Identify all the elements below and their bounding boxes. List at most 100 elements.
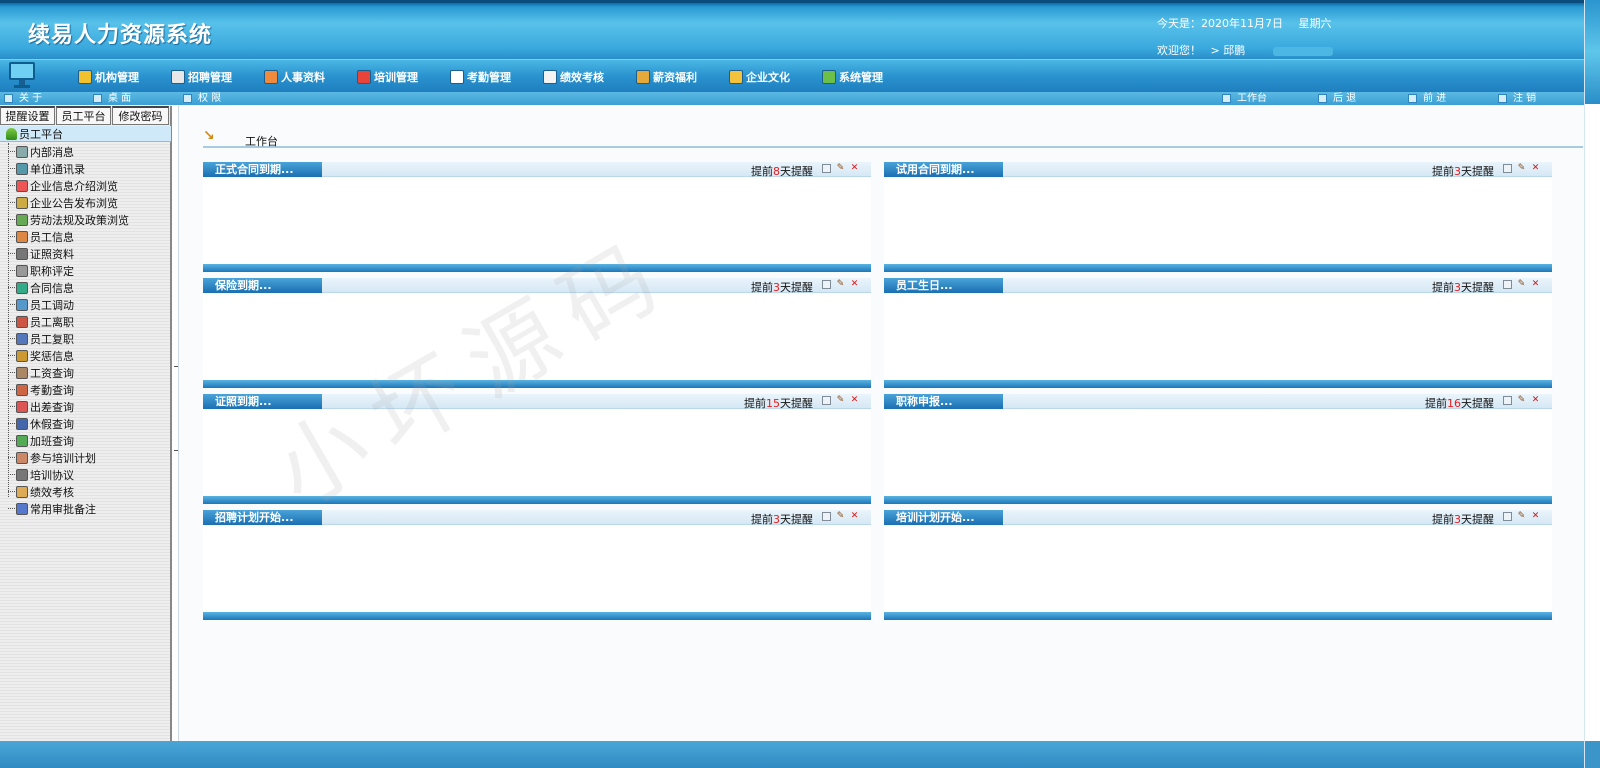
- info-icon: [16, 179, 28, 192]
- edit-icon[interactable]: ✎: [836, 280, 845, 289]
- tab-reminder-settings[interactable]: 提醒设置: [0, 106, 55, 125]
- refresh-icon[interactable]: [822, 164, 831, 173]
- nav-performance-appraisal[interactable]: 绩效考核: [543, 60, 604, 93]
- tree-item[interactable]: 出差查询: [0, 398, 171, 415]
- tree-item[interactable]: 企业公告发布浏览: [0, 194, 171, 211]
- user-name: > 邱鹏: [1210, 44, 1246, 57]
- tree-item[interactable]: 企业信息介绍浏览: [0, 177, 171, 194]
- tree-item[interactable]: 参与培训计划: [0, 449, 171, 466]
- close-icon[interactable]: ✕: [1531, 396, 1540, 405]
- refresh-icon[interactable]: [822, 280, 831, 289]
- panel-title[interactable]: 招聘计划开始...: [203, 510, 322, 525]
- remind-prefix: 提前: [1432, 165, 1454, 178]
- edit-icon[interactable]: ✎: [1517, 280, 1526, 289]
- panel-title[interactable]: 职称申报...: [884, 394, 1003, 409]
- refresh-icon[interactable]: [1503, 512, 1512, 521]
- edit-icon[interactable]: ✎: [836, 396, 845, 405]
- tree-item[interactable]: 培训协议: [0, 466, 171, 483]
- nav-attendance-management[interactable]: 考勤管理: [450, 60, 511, 93]
- panel-reminder: 提前3天提醒: [1432, 279, 1494, 295]
- title-icon: [16, 264, 28, 277]
- panel-body: [203, 410, 871, 496]
- remind-days: 15: [766, 397, 780, 410]
- permissions-link[interactable]: 权 限: [183, 92, 221, 105]
- panel-reminder: 提前3天提醒: [751, 279, 813, 295]
- panel-title[interactable]: 培训计划开始...: [884, 510, 1003, 525]
- panel-title[interactable]: 员工生日...: [884, 278, 1003, 293]
- tree-item[interactable]: 证照资料: [0, 245, 171, 262]
- panel-reminder: 提前3天提醒: [1432, 163, 1494, 179]
- tree-item[interactable]: 绩效考核: [0, 483, 171, 500]
- nav-org-management[interactable]: 机构管理: [78, 60, 139, 93]
- panel-title[interactable]: 保险到期...: [203, 278, 322, 293]
- remind-suffix: 天提醒: [1461, 513, 1494, 526]
- tree-item[interactable]: 常用审批备注: [0, 500, 171, 517]
- tree-item[interactable]: 员工复职: [0, 330, 171, 347]
- right-scroll-strip: [1584, 0, 1600, 768]
- tree-item[interactable]: 加班查询: [0, 432, 171, 449]
- tree-item[interactable]: 奖惩信息: [0, 347, 171, 364]
- main-nav: 机构管理 招聘管理 人事资料 培训管理 考勤管理 绩效考核 薪资福利 企业文化 系统管理: [0, 59, 1584, 92]
- tree-item[interactable]: 工资查询: [0, 364, 171, 381]
- refresh-icon[interactable]: [1503, 280, 1512, 289]
- workbench-link[interactable]: 工作台: [1222, 92, 1267, 105]
- left-tabs: 提醒设置 员工平台 修改密码: [0, 106, 172, 125]
- refresh-icon[interactable]: [1503, 396, 1512, 405]
- tab-change-password[interactable]: 修改密码: [112, 106, 169, 125]
- tree-item[interactable]: 员工调动: [0, 296, 171, 313]
- tree-item[interactable]: 员工离职: [0, 313, 171, 330]
- nav-salary-benefits[interactable]: 薪资福利: [636, 60, 697, 93]
- overtime-icon: [16, 434, 28, 447]
- remind-days: 3: [1454, 513, 1461, 526]
- panel-title[interactable]: 正式合同到期...: [203, 162, 322, 177]
- nav-recruit-management[interactable]: 招聘管理: [171, 60, 232, 93]
- tree-item[interactable]: 劳动法规及政策浏览: [0, 211, 171, 228]
- panel-footer: [884, 612, 1552, 620]
- tree-root[interactable]: 员工平台: [0, 126, 171, 142]
- forward-link[interactable]: 前 进: [1408, 92, 1446, 105]
- refresh-icon[interactable]: [1503, 164, 1512, 173]
- welcome-label: 欢迎您！: [1157, 44, 1201, 57]
- reinstate-icon: [16, 332, 28, 345]
- edit-icon[interactable]: ✎: [1517, 164, 1526, 173]
- panel-title[interactable]: 证照到期...: [203, 394, 322, 409]
- close-icon[interactable]: ✕: [1531, 164, 1540, 173]
- remind-prefix: 提前: [751, 165, 773, 178]
- welcome-display: 欢迎您！ > 邱鹏: [1157, 42, 1339, 58]
- close-icon[interactable]: ✕: [850, 512, 859, 521]
- nav-corporate-culture[interactable]: 企业文化: [729, 60, 790, 93]
- logout-link[interactable]: 注 销: [1498, 92, 1536, 105]
- refresh-icon[interactable]: [822, 512, 831, 521]
- tree-item[interactable]: 职称评定: [0, 262, 171, 279]
- close-icon[interactable]: ✕: [1531, 512, 1540, 521]
- tree-item[interactable]: 员工信息: [0, 228, 171, 245]
- panel-title[interactable]: 试用合同到期...: [884, 162, 1003, 177]
- nav-training-management[interactable]: 培训管理: [357, 60, 418, 93]
- nav-system-management[interactable]: 系统管理: [822, 60, 883, 93]
- edit-icon[interactable]: ✎: [1517, 396, 1526, 405]
- reminder-panel: 员工生日... 提前3天提醒 ✎ ✕: [884, 278, 1552, 388]
- edit-icon[interactable]: ✎: [836, 164, 845, 173]
- tree-item[interactable]: 合同信息: [0, 279, 171, 296]
- tree-item[interactable]: 单位通讯录: [0, 160, 171, 177]
- desktop-link[interactable]: 桌 面: [93, 92, 131, 105]
- about-link[interactable]: 关 于: [4, 92, 42, 105]
- tree-item[interactable]: 内部消息: [0, 143, 171, 160]
- tab-employee-platform[interactable]: 员工平台: [56, 106, 111, 125]
- monitor-icon: [9, 62, 35, 88]
- back-link[interactable]: 后 退: [1318, 92, 1356, 105]
- date-label: 今天是：2020年11月7日: [1157, 17, 1283, 30]
- close-icon[interactable]: ✕: [850, 396, 859, 405]
- refresh-icon[interactable]: [822, 396, 831, 405]
- panel-footer: [203, 496, 871, 504]
- tree-item[interactable]: 休假查询: [0, 415, 171, 432]
- close-icon[interactable]: ✕: [850, 164, 859, 173]
- permissions-icon: [183, 94, 192, 103]
- panel-footer: [884, 264, 1552, 272]
- close-icon[interactable]: ✕: [1531, 280, 1540, 289]
- nav-personnel-records[interactable]: 人事资料: [264, 60, 325, 93]
- edit-icon[interactable]: ✎: [836, 512, 845, 521]
- close-icon[interactable]: ✕: [850, 280, 859, 289]
- tree-item[interactable]: 考勤查询: [0, 381, 171, 398]
- edit-icon[interactable]: ✎: [1517, 512, 1526, 521]
